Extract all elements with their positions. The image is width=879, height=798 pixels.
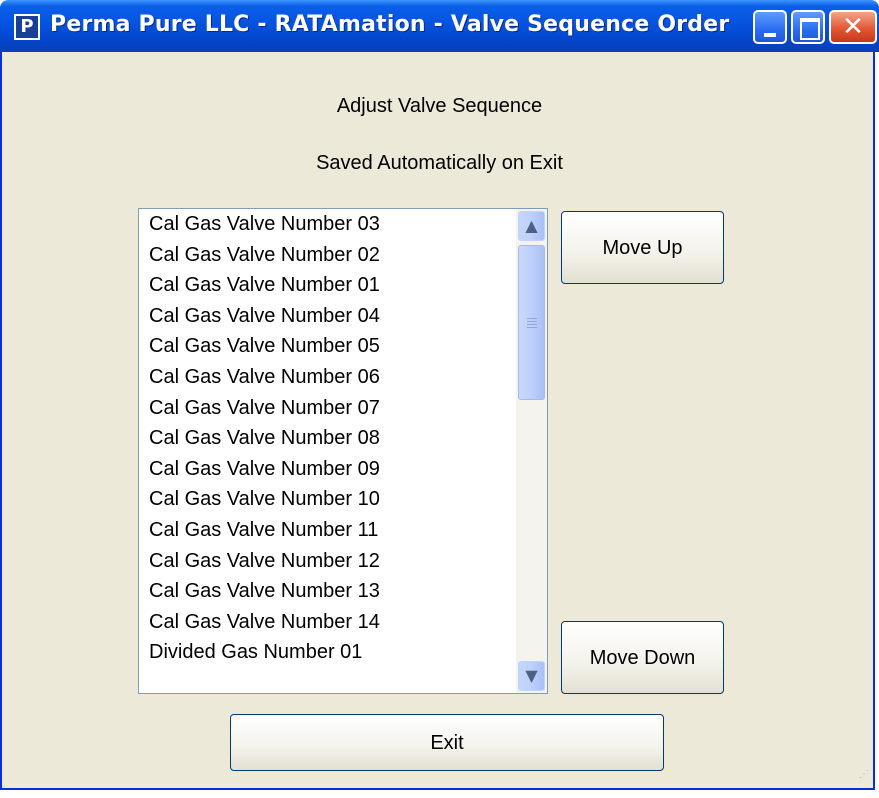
vertical-scrollbar[interactable]: ▲ ▼ [516, 209, 547, 693]
list-items: Cal Gas Valve Number 03 Cal Gas Valve Num… [139, 209, 517, 693]
title-bar[interactable]: P Perma Pure LLC - RATAmation - Valve Se… [0, 0, 879, 52]
save-note-label: Saved Automatically on Exit [316, 152, 563, 174]
list-item[interactable]: Cal Gas Valve Number 14 [139, 607, 517, 638]
scroll-thumb[interactable] [518, 245, 545, 400]
minimize-icon [764, 33, 776, 37]
minimize-button[interactable] [753, 10, 787, 44]
valve-sequence-list[interactable]: Cal Gas Valve Number 03 Cal Gas Valve Num… [138, 208, 548, 694]
move-down-button[interactable]: Move Down [561, 621, 724, 694]
close-icon: ✕ [842, 12, 864, 42]
list-item[interactable]: Cal Gas Valve Number 03 [139, 209, 517, 240]
list-item[interactable]: Cal Gas Valve Number 04 [139, 301, 517, 332]
list-item[interactable]: Cal Gas Valve Number 06 [139, 362, 517, 393]
list-item[interactable]: Cal Gas Valve Number 13 [139, 576, 517, 607]
app-logo-icon: P [14, 14, 40, 40]
move-up-button[interactable]: Move Up [561, 211, 724, 284]
list-item[interactable]: Cal Gas Valve Number 08 [139, 423, 517, 454]
list-item[interactable]: Cal Gas Valve Number 11 [139, 515, 517, 546]
grip-icon [527, 318, 537, 330]
window-title: Perma Pure LLC - RATAmation - Valve Sequ… [50, 12, 730, 37]
chevron-up-icon: ▲ [525, 216, 538, 235]
list-item[interactable]: Cal Gas Valve Number 05 [139, 331, 517, 362]
list-item[interactable]: Divided Gas Number 01 [139, 637, 517, 668]
scroll-up-button[interactable]: ▲ [518, 211, 545, 241]
list-item[interactable]: Cal Gas Valve Number 07 [139, 393, 517, 424]
chevron-down-icon: ▼ [525, 666, 538, 685]
list-item[interactable]: Cal Gas Valve Number 01 [139, 270, 517, 301]
resize-grip-icon[interactable]: ⋰ [859, 770, 873, 784]
list-item[interactable]: Cal Gas Valve Number 02 [139, 240, 517, 271]
exit-button[interactable]: Exit [230, 714, 664, 771]
list-item[interactable]: Cal Gas Valve Number 09 [139, 454, 517, 485]
close-button[interactable]: ✕ [829, 10, 877, 44]
heading-label: Adjust Valve Sequence [336, 95, 543, 117]
scroll-down-button[interactable]: ▼ [518, 661, 545, 691]
list-item[interactable]: Cal Gas Valve Number 10 [139, 484, 517, 515]
list-item[interactable]: Cal Gas Valve Number 12 [139, 546, 517, 577]
maximize-button[interactable] [791, 10, 825, 44]
maximize-icon [800, 18, 820, 40]
